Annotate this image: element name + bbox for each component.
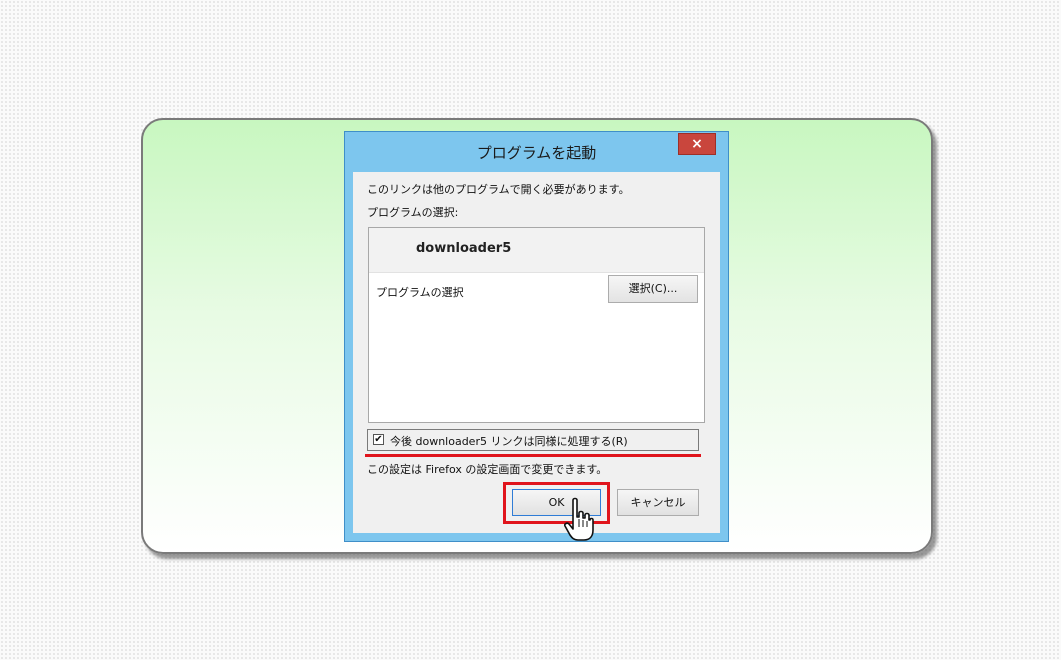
cancel-button[interactable]: キャンセル xyxy=(617,489,699,516)
list-item-label: downloader5 xyxy=(416,241,512,256)
list-item-downloader5[interactable]: downloader5 xyxy=(369,228,704,273)
program-listbox[interactable]: downloader5 プログラムの選択 選択(C)... xyxy=(368,227,705,423)
dialog-title: プログラムを起動 xyxy=(476,144,597,162)
dialog-body: このリンクは他のプログラムで開く必要があります。 プログラムの選択: downl… xyxy=(353,172,720,533)
program-select-label: プログラムの選択: xyxy=(367,206,459,219)
hand-pointer-icon xyxy=(564,497,594,541)
remember-label: 今後 downloader5 リンクは同様に処理する(R) xyxy=(390,435,628,448)
check-icon: ✔ xyxy=(374,434,383,445)
choose-button[interactable]: 選択(C)... xyxy=(608,275,698,303)
settings-note: この設定は Firefox の設定画面で変更できます。 xyxy=(367,463,608,476)
highlight-underline xyxy=(365,454,701,457)
title-bar[interactable]: プログラムを起動 × xyxy=(345,132,728,172)
choose-program-label: プログラムの選択 xyxy=(376,286,464,299)
remember-checkbox[interactable]: ✔ xyxy=(373,434,384,445)
remember-choice-row[interactable]: ✔ 今後 downloader5 リンクは同様に処理する(R) xyxy=(367,429,699,451)
close-icon: × xyxy=(691,136,703,152)
message-text: このリンクは他のプログラムで開く必要があります。 xyxy=(367,183,630,196)
launch-program-dialog: プログラムを起動 × このリンクは他のプログラムで開く必要があります。 プログラ… xyxy=(344,131,729,542)
close-button[interactable]: × xyxy=(678,133,716,155)
